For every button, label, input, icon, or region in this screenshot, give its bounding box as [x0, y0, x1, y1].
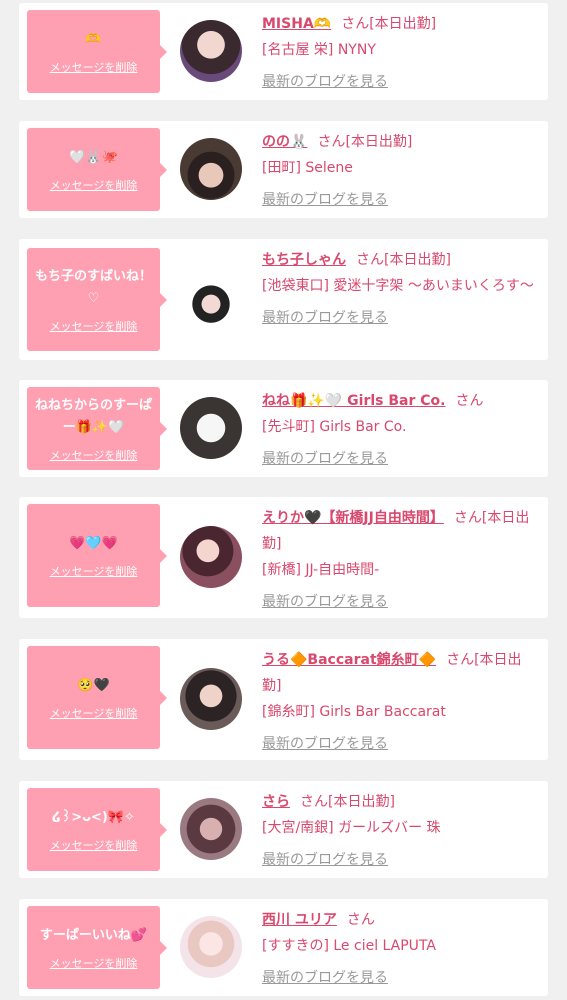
latest-blog-link[interactable]: 最新のブログを見る — [262, 69, 388, 95]
san-label: さん — [453, 510, 482, 526]
message-bubble: すーぱーいいね💕 メッセージを削除 — [27, 906, 167, 989]
shop-text: [田町] Selene — [262, 160, 353, 176]
latest-blog-link[interactable]: 最新のブログを見る — [262, 446, 388, 472]
message-card: ねねちからのすーぱー🎁✨🤍 メッセージを削除 ねね🎁✨🤍 Girls Bar C… — [19, 380, 548, 477]
girl-info: うる🔶Baccarat錦糸町🔶 さん[本日出勤] [錦糸町] Girls Bar … — [262, 647, 540, 757]
girl-info: えりか🖤【新橋JJ自由時間】 さん[本日出勤] [新橋] JJ-自由時間- 最新の… — [262, 505, 540, 615]
shop-text: [先斗町] Girls Bar Co. — [262, 419, 407, 435]
message-text: ねねちからのすーぱー🎁✨🤍 — [34, 397, 152, 435]
message-card: ໒꒱>ᴗ<)🎀✧ メッセージを削除 さら さん[本日出勤] [大宮/南銀] ガール… — [19, 781, 548, 878]
message-bubble: もち子のすばいね！♡ メッセージを削除 — [27, 248, 167, 351]
san-label: さん — [317, 134, 346, 150]
message-bubble: 🫶 メッセージを削除 — [27, 10, 167, 93]
latest-blog-link[interactable]: 最新のブログを見る — [262, 305, 388, 331]
avatar[interactable] — [180, 270, 242, 332]
san-label: さん — [446, 652, 475, 668]
shop-text: [大宮/南銀] ガールズバー 珠 — [262, 820, 441, 836]
message-text: すーぱーいいね💕 — [39, 927, 148, 943]
latest-blog-link[interactable]: 最新のブログを見る — [262, 589, 388, 615]
delete-message-link[interactable]: メッセージを削除 — [50, 955, 138, 971]
message-text: ໒꒱>ᴗ<)🎀✧ — [52, 809, 135, 825]
san-label: さん — [455, 393, 484, 409]
latest-blog-link[interactable]: 最新のブログを見る — [262, 731, 388, 757]
avatar[interactable] — [180, 668, 242, 730]
message-bubble: 💗🩵💗 メッセージを削除 — [27, 504, 167, 607]
delete-message-link[interactable]: メッセージを削除 — [50, 837, 138, 853]
girl-info: 西川 ユリア さん [すすきの] Le ciel LAPUTA 最新のブログを見る — [262, 907, 540, 991]
status-text: [本日出勤] — [369, 16, 437, 32]
girl-name-link[interactable]: ねね🎁✨🤍 Girls Bar Co. — [262, 393, 445, 409]
girl-info: MISHA🫶 さん[本日出勤] [名古屋 栄] NYNY 最新のブログを見る — [262, 11, 540, 95]
girl-name-link[interactable]: MISHA🫶 — [262, 16, 331, 32]
girl-info: さら さん[本日出勤] [大宮/南銀] ガールズバー 珠 最新のブログを見る — [262, 789, 540, 873]
message-text: もち子のすばいね！♡ — [34, 268, 152, 306]
message-bubble: ໒꒱>ᴗ<)🎀✧ メッセージを削除 — [27, 788, 167, 871]
shop-text: [新橋] JJ-自由時間- — [262, 562, 380, 578]
message-card: もち子のすばいね！♡ メッセージを削除 もち子しゃん さん[本日出勤] [池袋東口… — [19, 239, 548, 360]
delete-message-link[interactable]: メッセージを削除 — [50, 447, 138, 463]
message-card: 💗🩵💗 メッセージを削除 えりか🖤【新橋JJ自由時間】 さん[本日出勤] [新橋]… — [19, 497, 548, 618]
message-text: 🫶 — [85, 31, 102, 47]
message-bubble: 🤍🐰🐙 メッセージを削除 — [27, 128, 167, 211]
message-card: 🫶 メッセージを削除 MISHA🫶 さん[本日出勤] [名古屋 栄] NYNY 最… — [19, 3, 548, 100]
message-text: 🤍🐰🐙 — [69, 149, 118, 165]
girl-name-link[interactable]: 西川 ユリア — [262, 912, 337, 928]
san-label: さん — [300, 794, 328, 810]
san-label: さん — [356, 252, 384, 268]
avatar[interactable] — [180, 526, 242, 588]
status-text: [本日出勤] — [328, 794, 395, 810]
status-text: [本日出勤] — [384, 252, 451, 268]
message-card: 🥺🖤 メッセージを削除 うる🔶Baccarat錦糸町🔶 さん[本日出勤] [錦糸町… — [19, 639, 548, 760]
girl-info: のの🐰 さん[本日出勤] [田町] Selene 最新のブログを見る — [262, 129, 540, 213]
shop-text: [錦糸町] Girls Bar Baccarat — [262, 704, 446, 720]
delete-message-link[interactable]: メッセージを削除 — [50, 318, 138, 334]
latest-blog-link[interactable]: 最新のブログを見る — [262, 965, 388, 991]
girl-name-link[interactable]: さら — [262, 794, 290, 810]
message-bubble: ねねちからのすーぱー🎁✨🤍 メッセージを削除 — [27, 387, 167, 470]
message-text: 💗🩵💗 — [69, 535, 118, 551]
girl-name-link[interactable]: のの🐰 — [262, 134, 307, 150]
message-card: すーぱーいいね💕 メッセージを削除 西川 ユリア さん [すすきの] Le cie… — [19, 899, 548, 996]
message-text: 🥺🖤 — [77, 677, 110, 693]
delete-message-link[interactable]: メッセージを削除 — [50, 705, 138, 721]
shop-text: [池袋東口] 愛迷十字架 〜あいまいくろす〜 — [262, 278, 534, 294]
girl-info: ねね🎁✨🤍 Girls Bar Co. さん [先斗町] Girls Bar Co… — [262, 388, 540, 472]
san-label: さん — [346, 912, 375, 928]
delete-message-link[interactable]: メッセージを削除 — [50, 177, 138, 193]
latest-blog-link[interactable]: 最新のブログを見る — [262, 847, 388, 873]
girl-name-link[interactable]: うる🔶Baccarat錦糸町🔶 — [262, 652, 436, 668]
shop-text: [名古屋 栄] NYNY — [262, 42, 376, 58]
girl-name-link[interactable]: えりか🖤【新橋JJ自由時間】 — [262, 510, 444, 526]
avatar[interactable] — [180, 138, 242, 200]
latest-blog-link[interactable]: 最新のブログを見る — [262, 187, 388, 213]
avatar[interactable] — [180, 798, 242, 860]
avatar[interactable] — [180, 916, 242, 978]
shop-text: [すすきの] Le ciel LAPUTA — [262, 938, 436, 954]
girl-info: もち子しゃん さん[本日出勤] [池袋東口] 愛迷十字架 〜あいまいくろす〜 最新… — [262, 247, 540, 331]
avatar[interactable] — [180, 397, 242, 459]
delete-message-link[interactable]: メッセージを削除 — [50, 563, 138, 579]
delete-message-link[interactable]: メッセージを削除 — [50, 59, 138, 75]
message-bubble: 🥺🖤 メッセージを削除 — [27, 646, 167, 749]
status-text: [本日出勤] — [345, 134, 413, 150]
girl-name-link[interactable]: もち子しゃん — [262, 252, 346, 268]
avatar[interactable] — [180, 20, 242, 82]
san-label: さん — [341, 16, 370, 32]
message-card: 🤍🐰🐙 メッセージを削除 のの🐰 さん[本日出勤] [田町] Selene 最新の… — [19, 121, 548, 218]
